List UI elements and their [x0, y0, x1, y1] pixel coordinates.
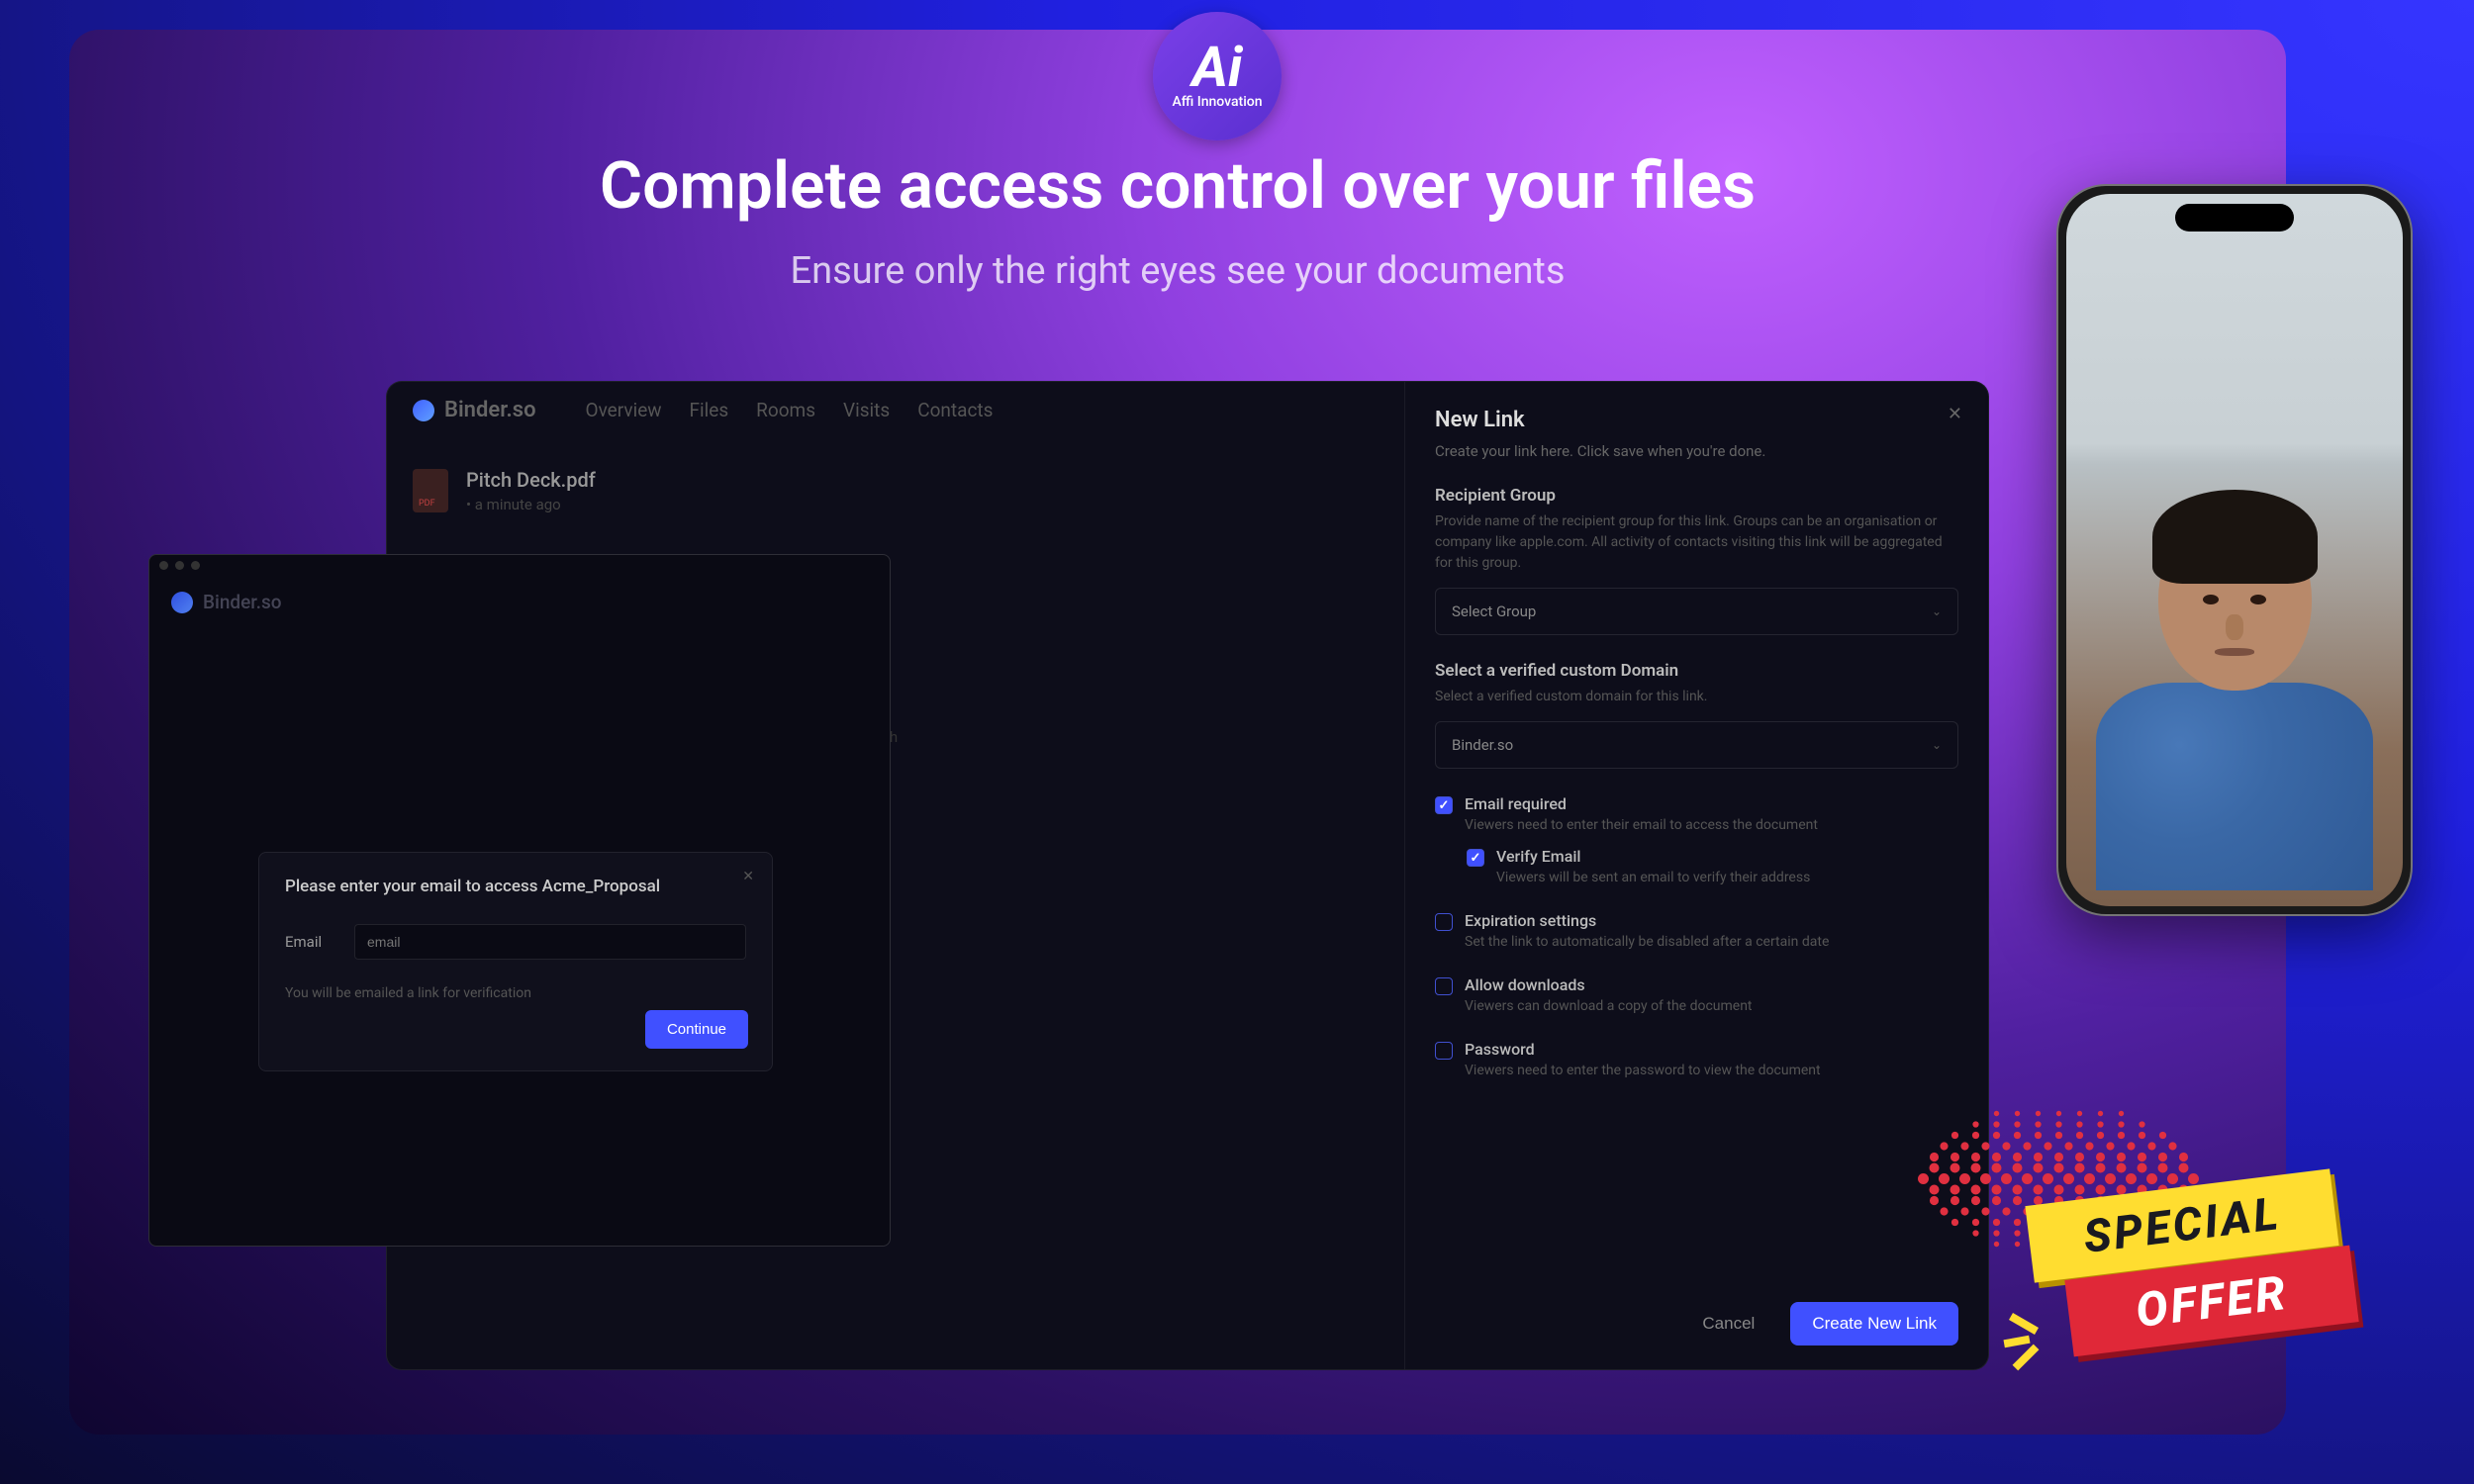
password-checkbox[interactable]: [1435, 1042, 1453, 1060]
domain-desc: Select a verified custom domain for this…: [1435, 687, 1958, 707]
domain-select[interactable]: Binder.so ⌄: [1435, 721, 1958, 769]
email-required-checkbox[interactable]: [1435, 796, 1453, 814]
special-offer-badge: SPECIAL OFFER: [1969, 1167, 2395, 1385]
password-label: Password: [1465, 1040, 1821, 1059]
domain-select-value: Binder.so: [1452, 736, 1513, 754]
offer-line2: OFFER: [2133, 1263, 2291, 1338]
nav-files[interactable]: Files: [690, 399, 729, 421]
modal-hint: You will be emailed a link for verificat…: [285, 985, 746, 1001]
app-brand: Binder.so: [444, 398, 536, 422]
traffic-light-max[interactable]: [191, 561, 200, 570]
offer-line1: SPECIAL: [2080, 1187, 2283, 1264]
email-required-label: Email required: [1465, 794, 1818, 813]
close-icon[interactable]: ✕: [742, 869, 754, 884]
file-name: Pitch Deck.pdf: [466, 468, 596, 492]
recipient-group-select[interactable]: Select Group ⌄: [1435, 588, 1958, 635]
viewer-window: Binder.so Please enter your email to acc…: [148, 554, 891, 1247]
domain-label: Select a verified custom Domain: [1435, 661, 1958, 681]
chevron-down-icon: ⌄: [1932, 604, 1942, 618]
nav-visits[interactable]: Visits: [843, 399, 890, 421]
downloads-label: Allow downloads: [1465, 975, 1753, 994]
expiration-checkbox[interactable]: [1435, 913, 1453, 931]
hero-subheadline: Ensure only the right eyes see your docu…: [69, 249, 2286, 293]
recipient-select-value: Select Group: [1452, 603, 1536, 620]
downloads-checkbox[interactable]: [1435, 977, 1453, 995]
nav-rooms[interactable]: Rooms: [756, 399, 815, 421]
verify-email-checkbox[interactable]: [1467, 849, 1484, 867]
panel-subtitle: Create your link here. Click save when y…: [1435, 442, 1958, 460]
verify-email-desc: Viewers will be sent an email to verify …: [1496, 870, 1810, 885]
app-logo-icon: [413, 400, 434, 421]
chevron-down-icon: ⌄: [1932, 738, 1942, 752]
logo-text: Ai: [1192, 43, 1243, 92]
recipient-label: Recipient Group: [1435, 486, 1958, 506]
close-icon[interactable]: ✕: [1948, 404, 1962, 424]
viewer-logo-icon: [171, 592, 193, 613]
person-photo: [2096, 508, 2373, 883]
pdf-file-icon: [413, 469, 448, 512]
email-required-desc: Viewers need to enter their email to acc…: [1465, 817, 1818, 833]
recipient-desc: Provide name of the recipient group for …: [1435, 511, 1958, 574]
continue-button[interactable]: Continue: [645, 1010, 748, 1049]
password-desc: Viewers need to enter the password to vi…: [1465, 1063, 1821, 1078]
email-gate-modal: Please enter your email to access Acme_P…: [258, 852, 773, 1071]
affi-innovation-logo: Ai Affi Innovation: [1153, 12, 1282, 140]
cancel-button[interactable]: Cancel: [1682, 1302, 1774, 1345]
traffic-light-close[interactable]: [159, 561, 168, 570]
nav-contacts[interactable]: Contacts: [917, 399, 993, 421]
file-meta: • a minute ago: [466, 496, 596, 513]
logo-subtext: Affi Innovation: [1172, 94, 1262, 110]
app-logo: Binder.so: [413, 398, 536, 422]
phone-mockup: [2056, 184, 2413, 916]
nav-overview[interactable]: Overview: [586, 399, 662, 421]
hero-headline: Complete access control over your files: [69, 148, 2286, 225]
viewer-brand: Binder.so: [203, 591, 282, 613]
email-input[interactable]: [354, 924, 746, 960]
email-label: Email: [285, 933, 334, 951]
verify-email-label: Verify Email: [1496, 847, 1810, 866]
expiration-desc: Set the link to automatically be disable…: [1465, 934, 1829, 950]
burst-icon: [2009, 1316, 2058, 1365]
window-titlebar: [149, 555, 890, 579]
modal-title: Please enter your email to access Acme_P…: [285, 877, 746, 896]
downloads-desc: Viewers can download a copy of the docum…: [1465, 998, 1753, 1014]
traffic-light-min[interactable]: [175, 561, 184, 570]
expiration-label: Expiration settings: [1465, 911, 1829, 930]
phone-notch: [2175, 204, 2294, 232]
panel-title: New Link: [1435, 408, 1958, 432]
